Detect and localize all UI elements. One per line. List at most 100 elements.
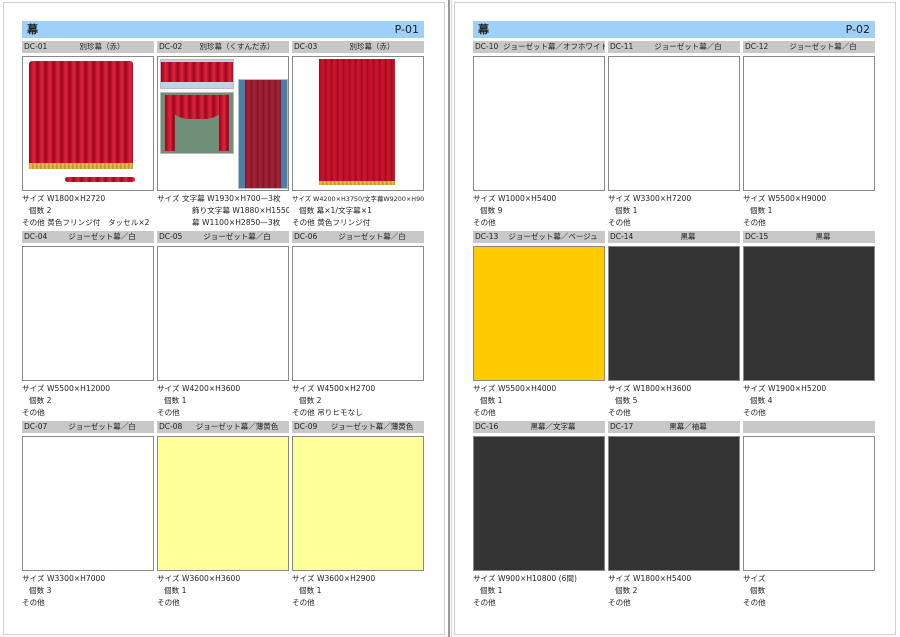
item-swatch bbox=[608, 56, 740, 191]
size-line: サイズ 文字幕 W1930×H700—3枚 bbox=[157, 194, 281, 203]
item-swatch bbox=[292, 436, 424, 571]
size-line: サイズ W4200×H3750/文字幕W9200×H900 bbox=[292, 195, 424, 203]
item-name: ジョーゼット幕／白 bbox=[654, 42, 722, 51]
notes-line: その他 黄色フリンジ付 タッセル×2 bbox=[22, 218, 150, 227]
item-code: DC-04 bbox=[24, 232, 48, 241]
item-name: 黒幕 bbox=[680, 232, 696, 241]
swag-side-image bbox=[165, 95, 175, 151]
item-code: DC-05 bbox=[159, 232, 183, 241]
item-name: 別珍幕（くすんだ赤） bbox=[199, 42, 275, 51]
item-code: DC-09 bbox=[294, 422, 318, 431]
item-info: サイズ W4200×H3750/文字幕W9200×H900 個数 幕×1/文字幕×… bbox=[292, 193, 424, 229]
size-line: サイズ W1800×H5400 bbox=[608, 574, 692, 583]
quantity-line: 飾り文字幕 W1880×H1550—3枚 bbox=[192, 206, 289, 215]
item-code: DC-02 bbox=[159, 42, 183, 51]
quantity-line: 個数 1 bbox=[480, 396, 503, 405]
card-title-bar: DC-16 黒幕／文字幕 bbox=[473, 421, 605, 433]
notes-line: その他 bbox=[473, 408, 496, 417]
page-header: 幕 P-01 bbox=[22, 21, 424, 38]
quantity-line: 個数 2 bbox=[29, 396, 52, 405]
item-code: DC-07 bbox=[24, 422, 48, 431]
quantity-line: 個数 2 bbox=[29, 206, 52, 215]
item-name: 黒幕／袖幕 bbox=[669, 422, 707, 431]
card-title-bar: DC-03 別珍幕（赤） bbox=[292, 41, 424, 53]
card-title-bar: DC-08 ジョーゼット幕／薄黄色 bbox=[157, 421, 289, 433]
quantity-line: 個数 4 bbox=[750, 396, 773, 405]
tassel-image bbox=[65, 177, 135, 182]
item-swatch bbox=[743, 246, 875, 381]
item-info: サイズ 個数 その他 bbox=[743, 573, 875, 609]
notes-line: その他 bbox=[743, 598, 766, 607]
item-code: DC-17 bbox=[610, 422, 634, 431]
curtain-photo bbox=[22, 56, 154, 191]
notes-line: その他 bbox=[743, 218, 766, 227]
item-code: DC-06 bbox=[294, 232, 318, 241]
item-code: DC-08 bbox=[159, 422, 183, 431]
item-code: DC-12 bbox=[745, 42, 769, 51]
notes-line: その他 黄色フリンジ付 bbox=[292, 218, 371, 227]
item-name: ジョーゼット幕／白 bbox=[68, 422, 136, 431]
notes-line: その他 bbox=[608, 218, 631, 227]
size-line: サイズ W1000×H5400 bbox=[473, 194, 557, 203]
card-title-bar: DC-15 黒幕 bbox=[743, 231, 875, 243]
item-swatch bbox=[473, 436, 605, 571]
item-info: サイズ W5500×H4000 個数 1 その他 bbox=[473, 383, 605, 419]
item-name: 黒幕 bbox=[815, 232, 831, 241]
quantity-line: 個数 bbox=[750, 586, 766, 595]
item-swatch bbox=[157, 436, 289, 571]
item-code: DC-14 bbox=[610, 232, 634, 241]
card-title-bar: DC-01 別珍幕（赤） bbox=[22, 41, 154, 53]
curtain-image bbox=[319, 59, 395, 183]
size-line: サイズ W1800×H2720 bbox=[22, 194, 106, 203]
size-line: サイズ W5500×H4000 bbox=[473, 384, 557, 393]
notes-line: その他 吊りヒモなし bbox=[292, 408, 363, 417]
item-swatch bbox=[292, 246, 424, 381]
item-name: 別珍幕（赤） bbox=[349, 42, 395, 51]
card-title-bar: DC-14 黒幕 bbox=[608, 231, 740, 243]
size-line: サイズ W4200×H3600 bbox=[157, 384, 241, 393]
item-name: ジョーゼット幕／白 bbox=[789, 42, 857, 51]
drape-image bbox=[245, 80, 281, 188]
item-name: ジョーゼット幕／白 bbox=[68, 232, 136, 241]
swag-side-image bbox=[219, 95, 229, 151]
quantity-line: 個数 1 bbox=[615, 206, 638, 215]
item-name: ジョーゼット幕／薄黄色 bbox=[195, 422, 279, 431]
notes-line: その他 bbox=[157, 598, 180, 607]
item-swatch bbox=[22, 246, 154, 381]
quantity-line: 個数 1 bbox=[164, 586, 187, 595]
card-title-bar: DC-04 ジョーゼット幕／白 bbox=[22, 231, 154, 243]
size-line: サイズ W1900×H5200 bbox=[743, 384, 827, 393]
page-spine-shadow bbox=[451, 0, 452, 637]
valance-image bbox=[161, 62, 233, 82]
size-line: サイズ W5500×H12000 bbox=[22, 384, 111, 393]
page-title: 幕 bbox=[27, 23, 38, 36]
item-name: 別珍幕（赤） bbox=[79, 42, 125, 51]
card-title-bar: DC-17 黒幕／袖幕 bbox=[608, 421, 740, 433]
item-info: サイズ W1800×H2720 個数 2 その他 黄色フリンジ付 タッセル×2 bbox=[22, 193, 154, 229]
item-swatch bbox=[743, 56, 875, 191]
card-title-bar: DC-06 ジョーゼット幕／白 bbox=[292, 231, 424, 243]
item-info: サイズ W3300×H7000 個数 3 その他 bbox=[22, 573, 154, 609]
item-info: サイズ W3300×H7200 個数 1 その他 bbox=[608, 193, 740, 229]
page-header: 幕 P-02 bbox=[473, 21, 875, 38]
valance-photo bbox=[160, 59, 234, 89]
quantity-line: 個数 2 bbox=[299, 396, 322, 405]
card-title-bar: DC-12 ジョーゼット幕／白 bbox=[743, 41, 875, 53]
notes-line: その他 bbox=[292, 598, 315, 607]
item-name: ジョーゼット幕／オフホワイト bbox=[503, 42, 605, 51]
item-code: DC-10 bbox=[475, 42, 499, 51]
item-code: DC-13 bbox=[475, 232, 499, 241]
notes-line: その他 bbox=[22, 408, 45, 417]
page-number: P-01 bbox=[394, 23, 419, 36]
quantity-line: 個数 5 bbox=[615, 396, 638, 405]
size-line: サイズ W3300×H7000 bbox=[22, 574, 106, 583]
card-title-bar bbox=[743, 421, 875, 433]
swag-photo bbox=[160, 92, 234, 154]
quantity-line: 個数 1 bbox=[750, 206, 773, 215]
notes-line: その他 bbox=[608, 598, 631, 607]
item-swatch bbox=[608, 436, 740, 571]
page-number: P-02 bbox=[845, 23, 870, 36]
item-code: DC-11 bbox=[610, 42, 634, 51]
quantity-line: 個数 9 bbox=[480, 206, 503, 215]
drape-photo bbox=[238, 79, 288, 189]
